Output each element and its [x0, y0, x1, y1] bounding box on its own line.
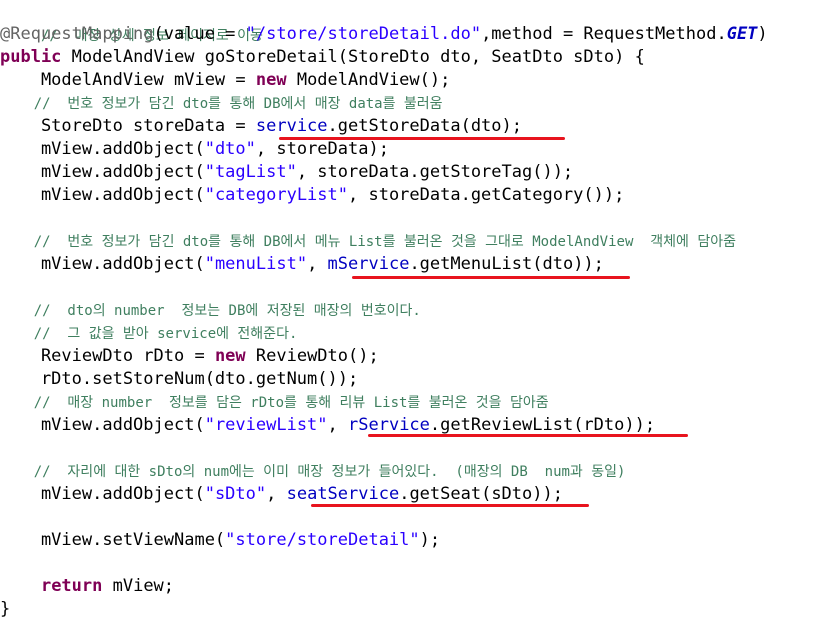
string-literal: "menuList" — [204, 254, 308, 274]
code-line-22: mView.addObject("sDto", seatService.getS… — [0, 483, 563, 506]
code-text: mView; — [102, 576, 175, 596]
code-line-26: mView.addObject( return mView; — [0, 575, 174, 598]
highlight-underline — [279, 137, 565, 140]
highlight-underline — [311, 504, 589, 507]
code-text: mView.addObject( — [0, 185, 205, 205]
annotation-args: (value = — [153, 24, 246, 44]
code-text: .getMenuList(dto)); — [409, 254, 604, 274]
comment: // 번호 정보가 담긴 dto를 통해 DB에서 메뉴 List를 불러온 것… — [0, 234, 736, 250]
annotation-args: ,method = RequestMethod. — [481, 24, 727, 44]
string-literal: "dto" — [204, 139, 256, 159]
comment: // 매장 number 정보를 담은 rDto를 통해 리뷰 List를 불러… — [0, 395, 549, 411]
string-literal: "/store/storeDetail.do" — [245, 24, 482, 44]
code-line-6: StoreDto storeData = service.getStoreDat… — [0, 115, 522, 138]
method-signature: ModelAndView goStoreDetail(StoreDto dto,… — [61, 47, 645, 67]
code-text: , — [266, 484, 287, 504]
code-text: mView.addObject( — [0, 415, 205, 435]
string-literal: "tagList" — [204, 162, 297, 182]
code-line-5: // 번호 정보가 담긴 dto를 통해 DB에서 매장 data를 불러움 — [0, 92, 443, 115]
code-line-18: // 매장 number 정보를 담은 rDto를 통해 리뷰 List를 불러… — [0, 391, 549, 414]
string-literal: "sDto" — [204, 484, 267, 504]
code-text: mView.addObject( — [0, 162, 205, 182]
field-reference: rService — [348, 415, 430, 435]
closing-brace: } — [0, 599, 11, 619]
keyword: new — [255, 70, 287, 90]
comment: // dto의 number 정보는 DB에 저장된 매장의 번호이다. — [0, 303, 421, 319]
highlight-underline — [368, 434, 688, 437]
code-text: StoreDto storeData = — [0, 116, 256, 136]
code-text: , storeData.getStoreTag()); — [296, 162, 574, 182]
string-literal: "categoryList" — [204, 185, 348, 205]
string-literal: "reviewList" — [204, 415, 328, 435]
code-text: ); — [419, 530, 441, 550]
code-line-4: ModelAndView mView = new ModelAndView(); — [0, 69, 450, 92]
code-line-3: public ModelAndView goStoreDetail(StoreD… — [0, 46, 645, 69]
code-line-24: mView.setViewName("store/storeDetail"); — [0, 529, 440, 552]
code-text: mView.setViewName( — [0, 530, 226, 550]
code-line-17: rDto.setStoreNum(dto.getNum()); — [0, 368, 358, 391]
code-text: , — [327, 415, 349, 435]
code-text: ModelAndView mView = — [0, 70, 256, 90]
code-text: ModelAndView(); — [286, 70, 451, 90]
code-text: .getSeat(sDto)); — [399, 484, 563, 504]
code-text: mView.addObject( — [0, 254, 205, 274]
code-line-14: // dto의 number 정보는 DB에 저장된 매장의 번호이다. — [0, 299, 421, 322]
code-line-11: // 번호 정보가 담긴 dto를 통해 DB에서 메뉴 List를 불러온 것… — [0, 230, 736, 253]
code-text: mView.addObject( — [0, 139, 205, 159]
code-text: , — [307, 254, 328, 274]
code-line-15: // 그 값을 받아 service에 전해준다. — [0, 322, 298, 345]
code-text: ReviewDto rDto = — [0, 346, 215, 366]
keyword: return — [40, 576, 103, 596]
string-literal: "store/storeDetail" — [225, 530, 420, 550]
field-reference: mService — [327, 254, 410, 274]
code-line-9: mView.addObject("categoryList", storeDat… — [0, 184, 624, 207]
code-line-16: ReviewDto rDto = new ReviewDto(); — [0, 345, 379, 368]
code-editor[interactable]: // 매장 상세 정보 페이지로 이동 @RequestMapping(valu… — [0, 0, 830, 625]
keyword: public — [0, 47, 62, 67]
code-text: , storeData); — [255, 139, 389, 159]
code-line-27: } — [0, 598, 10, 621]
code-text: , storeData.getCategory()); — [348, 185, 625, 205]
highlight-underline — [352, 276, 630, 279]
field-reference: service — [255, 116, 328, 136]
code-text: ReviewDto(); — [245, 346, 379, 366]
code-line-12: mView.addObject("menuList", mService.get… — [0, 253, 604, 276]
code-line-8: mView.addObject("tagList", storeData.get… — [0, 161, 573, 184]
field-reference: seatService — [286, 484, 400, 504]
annotation: @RequestMapping — [0, 24, 154, 44]
code-text: rDto.setStoreNum(dto.getNum()); — [0, 369, 359, 389]
comment: // 자리에 대한 sDto의 num에는 이미 매장 정보가 들어있다. (매… — [0, 464, 626, 480]
code-text: .getReviewList(rDto)); — [429, 415, 656, 435]
code-line-2: @RequestMapping(value = "/store/storeDet… — [0, 23, 768, 46]
code-line-1: // 매장 상세 정보 페이지로 이동 — [0, 1, 263, 44]
comment: // 번호 정보가 담긴 dto를 통해 DB에서 매장 data를 불러움 — [0, 96, 443, 112]
punctuation: ) — [757, 24, 768, 44]
code-line-7: mView.addObject("dto", storeData); — [0, 138, 389, 161]
code-line-21: // 자리에 대한 sDto의 num에는 이미 매장 정보가 들어있다. (매… — [0, 460, 626, 483]
keyword: new — [214, 346, 246, 366]
comment: // 그 값을 받아 service에 전해준다. — [0, 326, 298, 342]
enum-constant: GET — [726, 24, 758, 44]
code-text: .getStoreData(dto); — [327, 116, 522, 136]
code-text: mView.addObject( — [0, 484, 205, 504]
